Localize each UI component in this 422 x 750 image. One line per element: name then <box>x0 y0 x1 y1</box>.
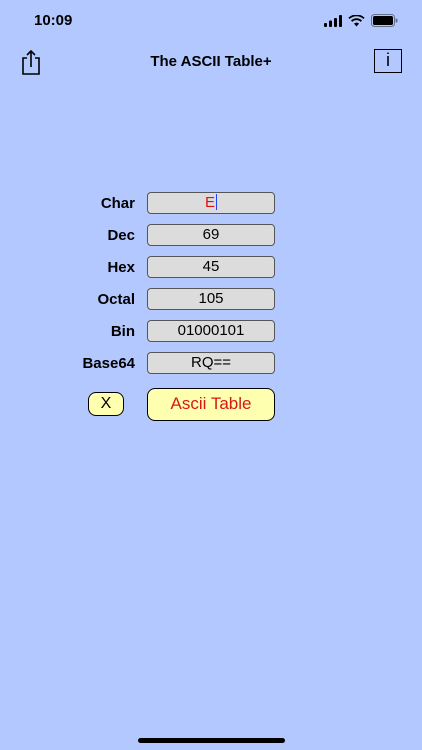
char-label: Char <box>100 195 135 212</box>
status-bar: 10:09 <box>0 0 422 44</box>
base64-row: Base64 RQ== <box>0 352 422 376</box>
base64-label: Base64 <box>82 355 135 372</box>
char-field[interactable]: E <box>147 192 275 214</box>
hex-row: Hex 45 <box>0 256 422 280</box>
char-value: E <box>204 194 215 211</box>
hex-label: Hex <box>107 259 135 276</box>
bin-field[interactable]: 01000101 <box>147 320 275 342</box>
bin-row: Bin 01000101 <box>0 320 422 344</box>
signal-icon <box>324 14 342 27</box>
battery-icon <box>371 14 398 27</box>
clear-button[interactable]: X <box>88 392 124 416</box>
octal-row: Octal 105 <box>0 288 422 312</box>
octal-field[interactable]: 105 <box>147 288 275 310</box>
status-time: 10:09 <box>34 12 73 29</box>
wifi-icon <box>348 14 365 26</box>
hex-field[interactable]: 45 <box>147 256 275 278</box>
char-row: Char E <box>0 192 422 216</box>
text-caret <box>216 194 217 210</box>
status-icons <box>324 14 398 27</box>
octal-label: Octal <box>97 291 135 308</box>
dec-label: Dec <box>107 227 135 244</box>
nav-bar: The ASCII Table+ i <box>0 44 422 80</box>
ascii-table-button[interactable]: Ascii Table <box>147 388 275 421</box>
dec-row: Dec 69 <box>0 224 422 248</box>
page-title: The ASCII Table+ <box>150 53 272 70</box>
base64-field[interactable]: RQ== <box>147 352 275 374</box>
bin-label: Bin <box>110 323 135 340</box>
home-indicator[interactable] <box>138 738 285 743</box>
dec-field[interactable]: 69 <box>147 224 275 246</box>
info-button[interactable]: i <box>374 49 402 73</box>
